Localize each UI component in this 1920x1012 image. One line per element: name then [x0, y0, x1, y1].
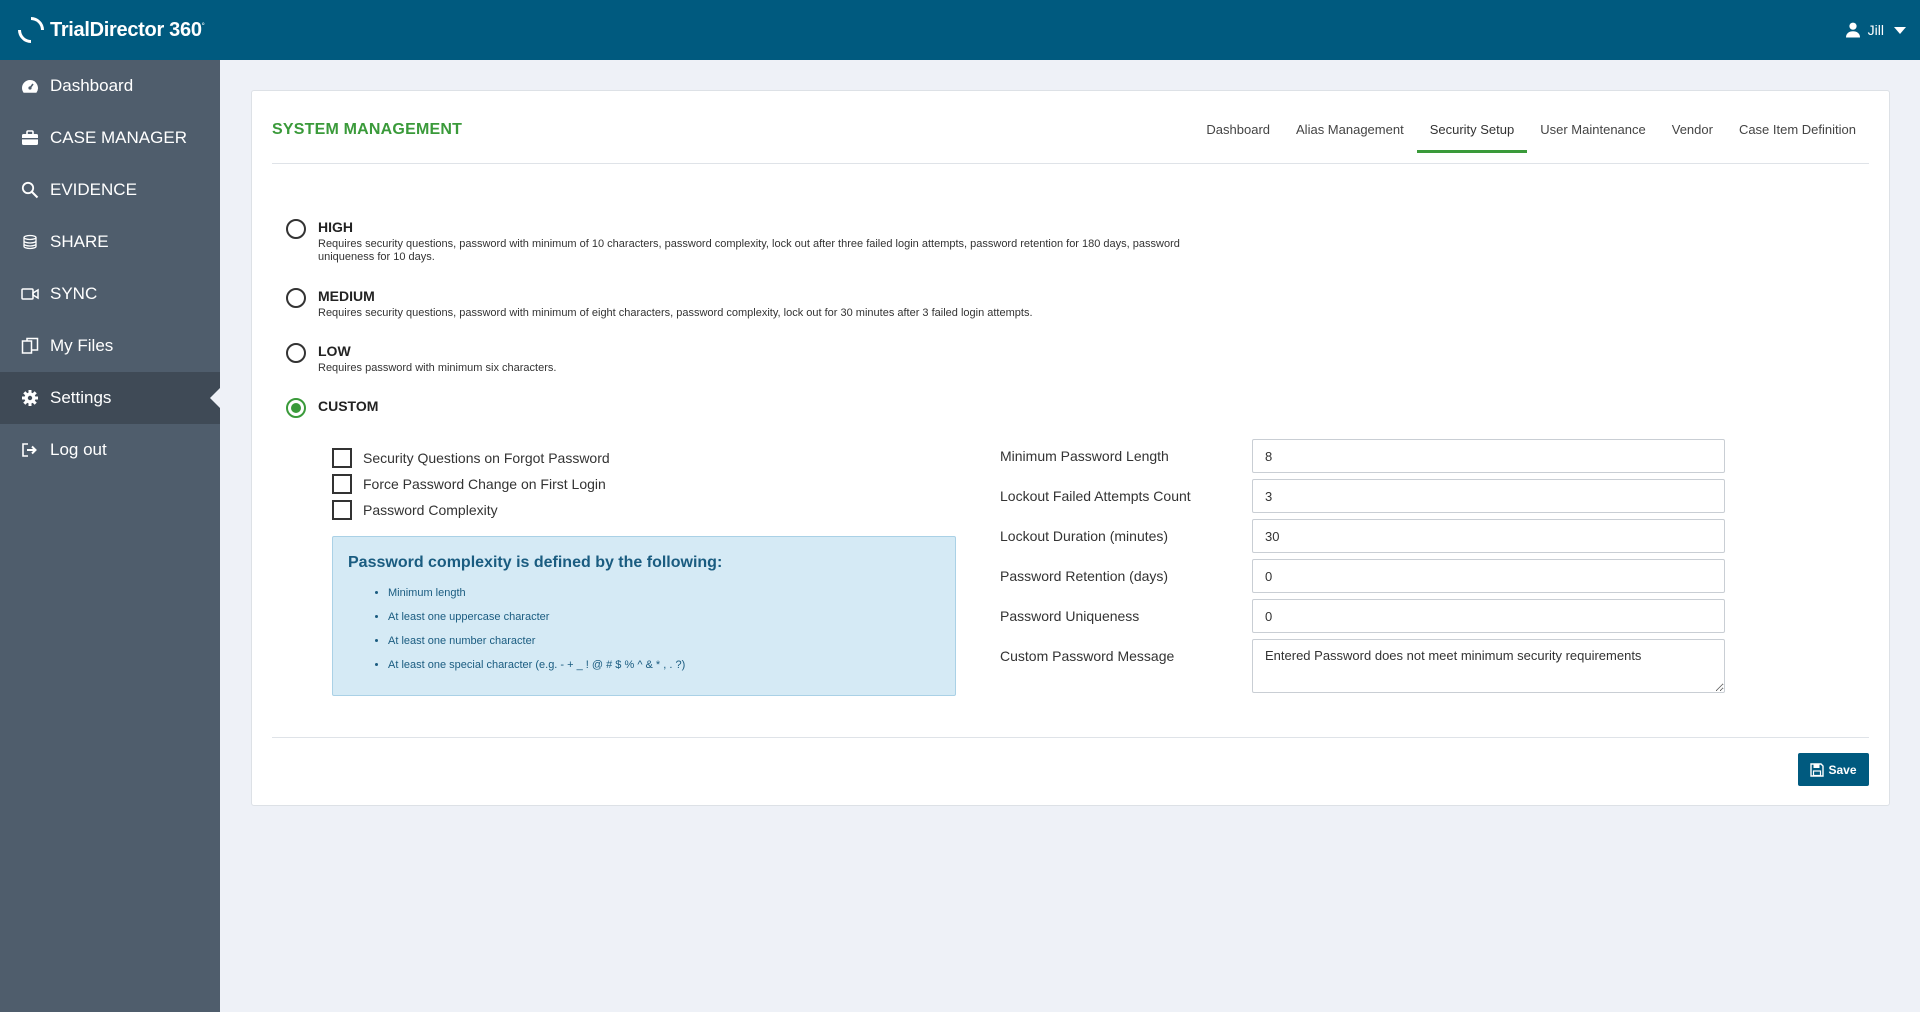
- radio-low[interactable]: [286, 343, 306, 363]
- radio-description-medium: Requires security questions, password wi…: [318, 307, 1033, 319]
- retention-input[interactable]: [1252, 559, 1725, 593]
- logo-icon: [12, 11, 50, 49]
- lockout-duration-input[interactable]: [1252, 519, 1725, 553]
- security-level-high: HIGH Requires security questions, passwo…: [286, 219, 1266, 274]
- custom-message-label: Custom Password Message: [1000, 648, 1175, 664]
- top-header: Jill: [220, 0, 1920, 60]
- sidebar-item-my-files[interactable]: My Files: [0, 320, 220, 372]
- radio-custom[interactable]: [286, 398, 306, 418]
- sidebar-item-settings[interactable]: Settings: [0, 372, 220, 424]
- lockout-count-input[interactable]: [1252, 479, 1725, 513]
- security-level-medium: MEDIUM Requires security questions, pass…: [286, 288, 1266, 328]
- radio-label-custom: CUSTOM: [318, 398, 379, 414]
- radio-label-medium: MEDIUM: [318, 288, 375, 304]
- files-icon: [20, 336, 40, 356]
- min-length-input[interactable]: [1252, 439, 1725, 473]
- checkbox-force-password-change[interactable]: [332, 474, 352, 494]
- stack-icon: [20, 232, 40, 252]
- custom-message-textarea[interactable]: Entered Password does not meet minimum s…: [1252, 639, 1725, 693]
- checkbox-label: Password Complexity: [363, 502, 498, 518]
- app-name: TrialDirector 360°: [50, 18, 205, 41]
- page-title: SYSTEM MANAGEMENT: [272, 121, 463, 138]
- gear-icon: [20, 388, 40, 408]
- sidebar-item-sync[interactable]: SYNC: [0, 268, 220, 320]
- tab-case-item-definition[interactable]: Case Item Definition: [1726, 117, 1869, 153]
- app-logo[interactable]: TrialDirector 360°: [0, 0, 220, 60]
- lockout-duration-label: Lockout Duration (minutes): [1000, 528, 1169, 544]
- security-level-low: LOW Requires password with minimum six c…: [286, 343, 1266, 383]
- uniqueness-label: Password Uniqueness: [1000, 608, 1140, 624]
- tab-vendor[interactable]: Vendor: [1659, 117, 1726, 153]
- security-level-custom: CUSTOM: [286, 398, 1266, 422]
- save-button[interactable]: Save: [1798, 753, 1869, 786]
- sidebar-item-case-manager[interactable]: CASE MANAGER: [0, 112, 220, 164]
- sidebar-item-label: SHARE: [50, 232, 109, 251]
- sidebar-item-share[interactable]: SHARE: [0, 216, 220, 268]
- tab-divider: [272, 163, 1869, 164]
- tab-user-maintenance[interactable]: User Maintenance: [1527, 117, 1659, 153]
- radio-medium[interactable]: [286, 288, 306, 308]
- sign-out-icon: [20, 440, 40, 460]
- password-complexity-info: Password complexity is defined by the fo…: [332, 536, 956, 696]
- option-security-questions: Security Questions on Forgot Password: [332, 447, 610, 469]
- sidebar-item-evidence[interactable]: EVIDENCE: [0, 164, 220, 216]
- user-menu[interactable]: Jill: [1845, 0, 1906, 60]
- tab-alias-management[interactable]: Alias Management: [1283, 117, 1417, 153]
- option-password-complexity: Password Complexity: [332, 499, 498, 521]
- option-force-password-change: Force Password Change on First Login: [332, 473, 606, 495]
- info-title: Password complexity is defined by the fo…: [348, 554, 723, 571]
- sidebar-item-label: Settings: [50, 388, 112, 407]
- lockout-count-label: Lockout Failed Attempts Count: [1000, 488, 1191, 504]
- checkbox-password-complexity[interactable]: [332, 500, 352, 520]
- save-button-label: Save: [1828, 762, 1857, 777]
- floppy-disk-icon: [1810, 762, 1825, 777]
- sidebar-item-dashboard[interactable]: Dashboard: [0, 60, 220, 112]
- sidebar-item-label: SYNC: [50, 284, 98, 303]
- chevron-down-icon: [1894, 26, 1906, 34]
- checkbox-label: Security Questions on Forgot Password: [363, 450, 610, 466]
- sidebar-item-label: EVIDENCE: [50, 180, 137, 199]
- list-item: Minimum length: [388, 585, 685, 609]
- retention-label: Password Retention (days): [1000, 568, 1169, 584]
- tab-security-setup[interactable]: Security Setup: [1416, 117, 1528, 153]
- list-item: At least one uppercase character: [388, 609, 685, 633]
- checkbox-security-questions[interactable]: [332, 448, 352, 468]
- radio-high[interactable]: [286, 219, 306, 239]
- sidebar-item-log-out[interactable]: Log out: [0, 424, 220, 476]
- radio-description-low: Requires password with minimum six chara…: [318, 362, 557, 374]
- tab-dashboard[interactable]: Dashboard: [1193, 117, 1283, 153]
- tab-bar: Dashboard Alias Management Security Setu…: [1193, 117, 1869, 153]
- video-camera-icon: [20, 284, 40, 304]
- user-icon: [1845, 22, 1860, 38]
- radio-label-low: LOW: [318, 343, 351, 359]
- min-length-label: Minimum Password Length: [1000, 448, 1169, 464]
- radio-description-high: Requires security questions, password wi…: [318, 238, 1180, 263]
- list-item: At least one number character: [388, 633, 685, 657]
- dashboard-gauge-icon: [20, 76, 40, 96]
- briefcase-icon: [20, 128, 40, 148]
- magnifier-icon: [20, 180, 40, 200]
- system-management-card: SYSTEM MANAGEMENT Dashboard Alias Manage…: [251, 90, 1890, 806]
- sidebar: TrialDirector 360° Dashboard CASE MANAGE…: [0, 0, 220, 1012]
- complexity-rules-list: Minimum length At least one uppercase ch…: [388, 585, 685, 681]
- list-item: At least one special character (e.g. - +…: [388, 657, 685, 681]
- uniqueness-input[interactable]: [1252, 599, 1725, 633]
- sidebar-item-label: My Files: [50, 336, 114, 355]
- checkbox-label: Force Password Change on First Login: [363, 476, 606, 492]
- user-name: Jill: [1867, 22, 1884, 38]
- sidebar-item-label: CASE MANAGER: [50, 128, 187, 147]
- sidebar-item-label: Dashboard: [50, 76, 134, 95]
- radio-label-high: HIGH: [318, 219, 353, 235]
- footer-divider: [272, 737, 1869, 738]
- sidebar-item-label: Log out: [50, 440, 107, 459]
